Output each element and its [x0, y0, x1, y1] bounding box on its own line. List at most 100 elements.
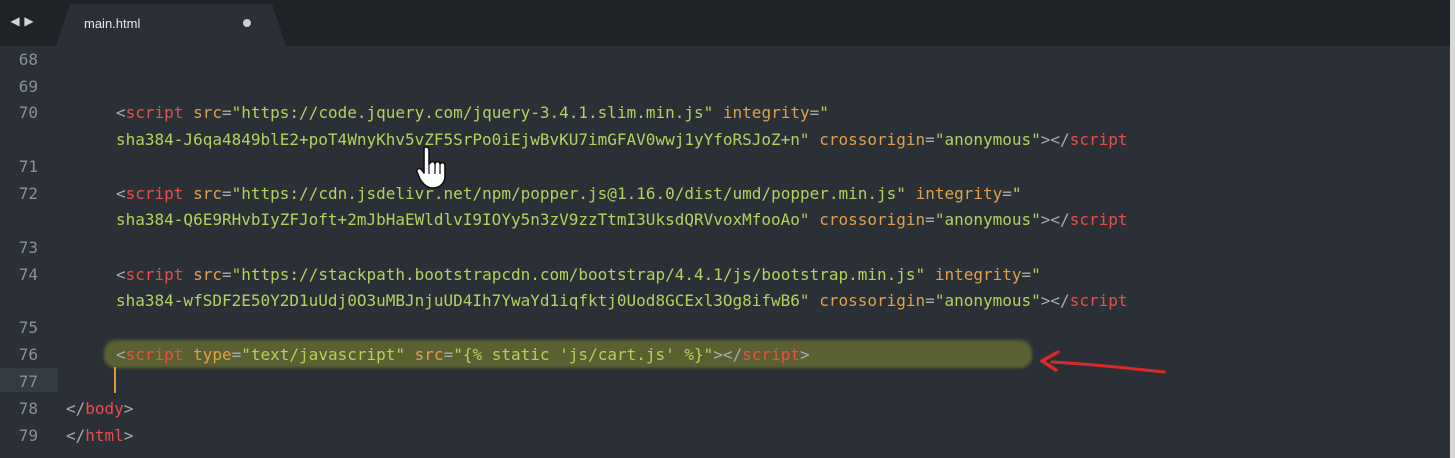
- code-token: integrity: [915, 184, 1003, 203]
- code-token: <: [116, 345, 126, 364]
- code-token: "https://stackpath.bootstrapcdn.com/boot…: [231, 265, 926, 284]
- code-token: html: [85, 426, 124, 445]
- code-token: sha384-Q6E9RHvbIyZFJoft+2mJbHaEWldlvI9IO…: [116, 210, 810, 229]
- code-line[interactable]: sha384-Q6E9RHvbIyZFJoft+2mJbHaEWldlvI9IO…: [116, 210, 1127, 230]
- line-number: 74: [18, 265, 38, 284]
- code-token: ": [1011, 184, 1022, 203]
- code-token: script: [742, 345, 800, 364]
- red-arrow-annotation: [1040, 350, 1166, 374]
- code-token: "https://cdn.jsdelivr.net/npm/popper.js@…: [231, 184, 906, 203]
- code-line[interactable]: <script src="https://stackpath.bootstrap…: [116, 265, 1041, 285]
- line-number: 75: [18, 318, 38, 337]
- forward-arrow-icon[interactable]: ▶: [22, 13, 36, 29]
- tab-title[interactable]: main.html: [84, 16, 140, 31]
- tab-bar: ◀ ▶ main.html: [0, 0, 1455, 46]
- line-number: 77: [18, 372, 38, 391]
- code-token: "anonymous": [934, 130, 1041, 149]
- code-token: =: [221, 184, 232, 203]
- code-token: integrity: [722, 103, 810, 122]
- line-number: 72: [18, 184, 38, 203]
- code-token: type: [193, 345, 232, 364]
- code-token: script: [1069, 130, 1128, 149]
- line-number: 78: [18, 399, 38, 418]
- code-token: script: [1069, 291, 1128, 310]
- code-token: =: [1002, 184, 1012, 203]
- code-line[interactable]: sha384-J6qa4849blE2+poT4WnyKhv5vZF5SrPo0…: [116, 130, 1127, 150]
- code-token: ": [819, 103, 829, 122]
- code-token: script: [125, 103, 184, 122]
- code-token: script: [125, 265, 184, 284]
- code-token: sha384-wfSDF2E50Y2D1uUdj0O3uMBJnjuUD4Ih7…: [116, 291, 810, 310]
- code-token: crossorigin: [819, 210, 926, 229]
- code-token: ": [1031, 265, 1041, 284]
- code-token: </: [66, 426, 86, 445]
- code-token: script: [125, 184, 184, 203]
- code-token: =: [1021, 265, 1032, 284]
- code-token: </: [66, 399, 86, 418]
- code-token: >: [123, 426, 134, 445]
- code-token: src: [193, 103, 222, 122]
- code-token: <: [116, 265, 126, 284]
- code-token: "https://code.jquery.com/jquery-3.4.1.sl…: [231, 103, 714, 122]
- code-line[interactable]: sha384-wfSDF2E50Y2D1uUdj0O3uMBJnjuUD4Ih7…: [116, 291, 1127, 311]
- text-caret: [114, 367, 116, 393]
- line-number: 73: [18, 238, 38, 257]
- code-line[interactable]: </body>: [66, 399, 133, 419]
- code-token: script: [1069, 210, 1128, 229]
- code-token: =: [221, 265, 232, 284]
- code-token: =: [443, 345, 454, 364]
- code-token: src: [414, 345, 444, 364]
- line-number: 69: [18, 77, 38, 96]
- code-token: src: [193, 265, 222, 284]
- dot-icon[interactable]: [243, 19, 251, 27]
- code-token: body: [85, 399, 124, 418]
- back-arrow-icon[interactable]: ◀: [8, 13, 22, 29]
- code-token: "anonymous": [934, 291, 1041, 310]
- code-token: "anonymous": [934, 210, 1041, 229]
- line-number: 79: [18, 426, 38, 445]
- line-number: 68: [18, 50, 38, 69]
- tab-navigation: ◀ ▶: [8, 13, 44, 29]
- line-number: 71: [18, 157, 38, 176]
- code-token: src: [193, 184, 222, 203]
- code-token: ></: [713, 345, 743, 364]
- line-number: 70: [18, 103, 38, 122]
- code-token: =: [221, 103, 232, 122]
- code-token: ></: [1040, 130, 1070, 149]
- code-token: ></: [1040, 291, 1070, 310]
- code-editor[interactable]: 68 69 70 <script src="https://code.jquery.c…: [0, 46, 1455, 458]
- window-edge: [1450, 0, 1455, 458]
- code-line[interactable]: <script src="https://cdn.jsdelivr.net/np…: [116, 184, 1022, 204]
- line-number: 76: [18, 345, 38, 364]
- code-token: "text/javascript": [241, 345, 406, 364]
- code-token: =: [925, 130, 935, 149]
- code-token: <: [116, 184, 126, 203]
- code-token: =: [231, 345, 242, 364]
- code-token: sha384-J6qa4849blE2+poT4WnyKhv5vZF5SrPo0…: [116, 130, 810, 149]
- code-token: =: [925, 210, 935, 229]
- code-line[interactable]: </html>: [66, 426, 133, 446]
- code-token: >: [800, 345, 810, 364]
- code-token: <: [116, 103, 126, 122]
- code-token: integrity: [934, 265, 1022, 284]
- code-token: "{% static 'js/cart.js' %}": [453, 345, 714, 364]
- code-token: crossorigin: [819, 130, 926, 149]
- code-token: ></: [1040, 210, 1070, 229]
- code-line[interactable]: <script type="text/javascript" src="{% s…: [116, 345, 810, 365]
- code-token: =: [925, 291, 935, 310]
- code-token: >: [123, 399, 134, 418]
- code-token: crossorigin: [819, 291, 926, 310]
- code-token: script: [125, 345, 184, 364]
- code-line[interactable]: <script src="https://code.jquery.com/jqu…: [116, 103, 829, 123]
